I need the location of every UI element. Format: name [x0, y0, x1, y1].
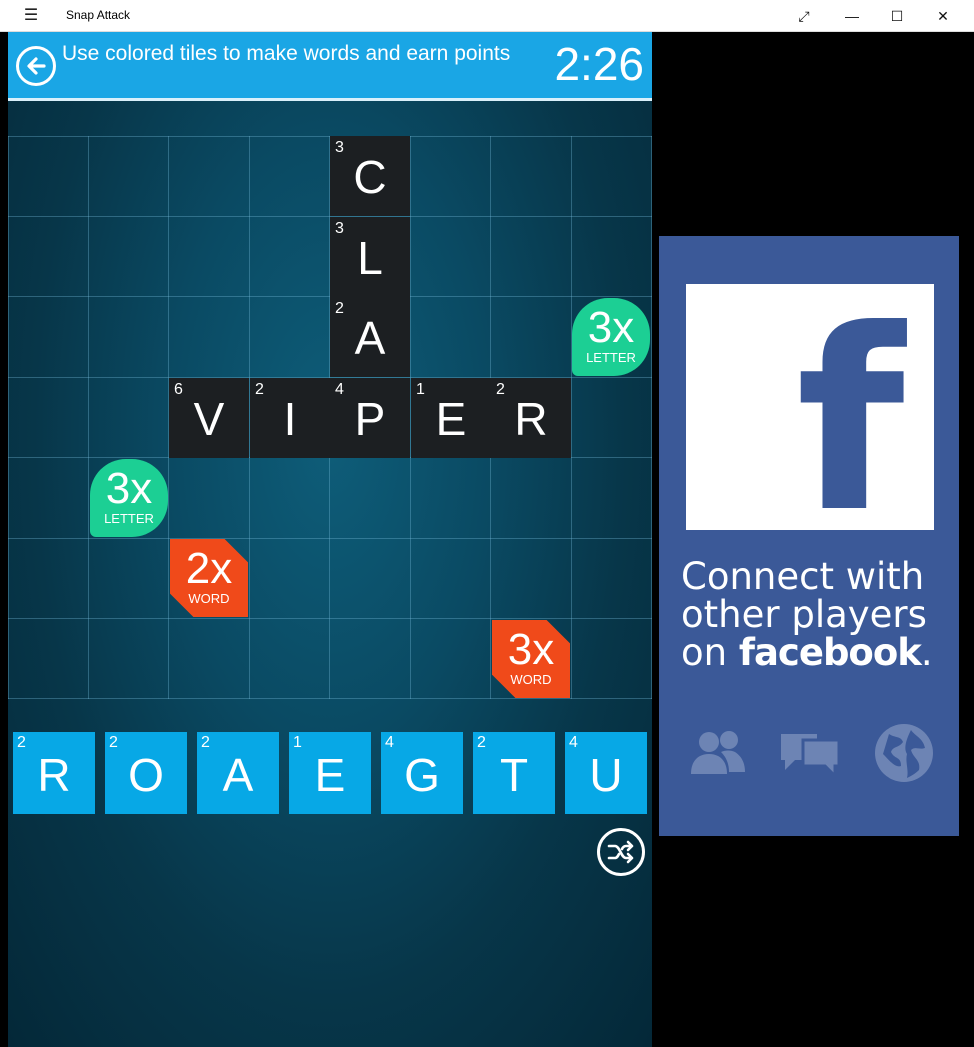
triple-letter-bonus[interactable]: 3x LETTER	[90, 459, 168, 537]
letter-rack: 2 R 2 O 2 A 1 E 4 G 2 T 4 U	[8, 732, 652, 814]
tile-letter: R	[37, 749, 71, 801]
tile-letter: I	[283, 393, 297, 445]
window-title: Snap Attack	[66, 8, 131, 22]
board-tile: 2 I	[250, 378, 330, 458]
bonus-multiplier: 2x	[185, 544, 233, 593]
facebook-wordmark-dot: .	[920, 631, 933, 674]
tile-letter: P	[354, 393, 386, 445]
tile-letter: E	[314, 749, 346, 801]
ad-message: Connect with other players on facebook.	[681, 558, 941, 672]
game-board[interactable]: 3 C 3 L 2 A 6 V 2 I 4 P 1 E 2 R 3x LETTE…	[8, 136, 652, 699]
rack-tile[interactable]: 2 T	[473, 732, 555, 814]
triple-letter-bonus[interactable]: 3x LETTER	[572, 298, 650, 376]
grid-line	[8, 538, 652, 539]
header-divider	[8, 98, 652, 101]
bonus-kind: LETTER	[104, 511, 154, 526]
tile-letter: T	[499, 749, 529, 801]
ad-line-1: Connect with	[681, 555, 925, 598]
grid-line	[571, 136, 572, 699]
rack-tile[interactable]: 4 G	[381, 732, 463, 814]
close-button[interactable]: ✕	[929, 4, 957, 28]
bonus-kind: WORD	[510, 672, 552, 687]
tile-letter: E	[435, 393, 467, 445]
chat-icon	[781, 734, 841, 780]
bonus-multiplier: 3x	[587, 303, 635, 352]
maximize-button[interactable]: ☐	[883, 4, 911, 28]
friends-icon	[691, 731, 745, 774]
facebook-f-icon: f	[686, 284, 934, 547]
rack-tile[interactable]: 1 E	[289, 732, 371, 814]
minimize-button[interactable]: —	[838, 4, 866, 28]
grid-line	[8, 618, 652, 619]
rack-tile[interactable]: 4 U	[565, 732, 647, 814]
game-header: Use colored tiles to make words and earn…	[8, 32, 652, 98]
grid-line	[8, 698, 652, 699]
tile-letter: A	[354, 312, 386, 364]
board-tile: 3 L	[330, 217, 410, 297]
ad-line-3: on facebook.	[681, 634, 941, 672]
board-tile: 4 P	[330, 378, 410, 458]
board-tile: 1 E	[411, 378, 491, 458]
game-area: Use colored tiles to make words and earn…	[8, 32, 652, 1047]
ad-icon-row	[685, 720, 935, 790]
board-tile: 2 A	[330, 297, 410, 377]
ad-line-2: other players	[681, 593, 927, 636]
rack-tile[interactable]: 2 A	[197, 732, 279, 814]
facebook-wordmark: facebook	[738, 631, 922, 674]
expand-icon[interactable]: ⤢	[790, 4, 818, 28]
instruction-text: Use colored tiles to make words and earn…	[62, 42, 511, 65]
double-word-bonus[interactable]: 2x WORD	[170, 539, 248, 617]
board-tile: 6 V	[169, 378, 249, 458]
rack-tile[interactable]: 2 R	[13, 732, 95, 814]
back-button[interactable]	[16, 46, 56, 86]
grid-line	[8, 136, 9, 699]
tile-letter: R	[514, 393, 548, 445]
rack-tile[interactable]: 2 O	[105, 732, 187, 814]
globe-icon	[875, 724, 933, 782]
tile-letter: V	[193, 393, 225, 445]
bonus-kind: LETTER	[586, 350, 636, 365]
grid-line	[651, 136, 652, 699]
ad-line-3-prefix: on	[681, 631, 728, 674]
app-window: ☰ Snap Attack ⤢ — ☐ ✕ Use colored tiles …	[0, 0, 974, 1047]
triple-word-bonus[interactable]: 3x WORD	[492, 620, 570, 698]
tile-letter: C	[353, 151, 387, 203]
facebook-ad-banner[interactable]: f Connect with other players on facebook…	[659, 236, 959, 836]
shuffle-icon	[607, 840, 634, 864]
tile-letter: O	[128, 749, 164, 801]
tile-letter: A	[222, 749, 254, 801]
title-bar: ☰ Snap Attack ⤢ — ☐ ✕	[0, 0, 974, 32]
tile-letter: U	[589, 749, 623, 801]
bonus-multiplier: 3x	[507, 625, 555, 674]
board-tile: 3 C	[330, 136, 410, 216]
back-arrow-icon	[27, 57, 46, 75]
bonus-multiplier: 3x	[105, 464, 153, 513]
countdown-timer: 2:26	[554, 38, 644, 90]
tile-letter: G	[404, 749, 440, 801]
board-tile: 2 R	[491, 378, 571, 458]
bonus-kind: WORD	[188, 591, 230, 606]
hamburger-icon[interactable]: ☰	[20, 6, 42, 26]
grid-line	[88, 136, 89, 699]
shuffle-button[interactable]	[597, 828, 645, 876]
tile-letter: L	[357, 232, 383, 284]
